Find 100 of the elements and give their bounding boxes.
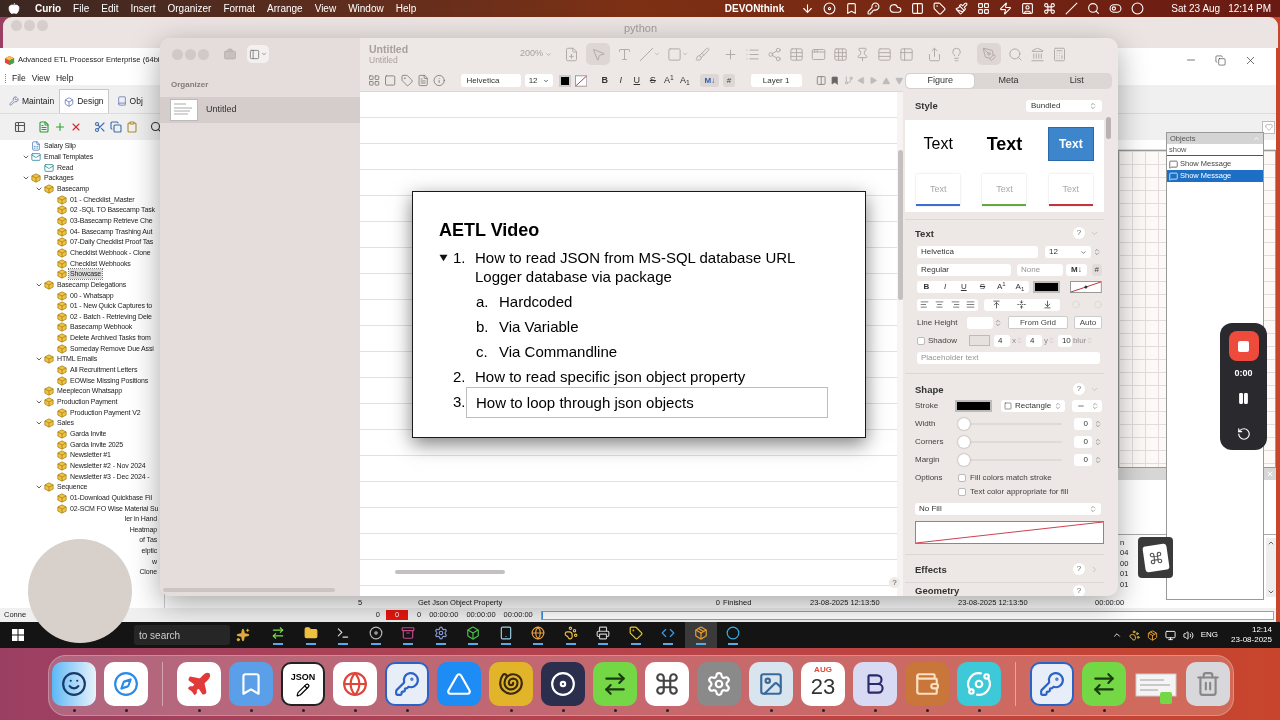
shell-app-icon[interactable] bbox=[489, 662, 533, 706]
help-button[interactable]: ? bbox=[1073, 227, 1085, 239]
disc-icon[interactable] bbox=[823, 2, 837, 15]
menu-item[interactable]: Insert bbox=[130, 1, 156, 16]
hash-button[interactable]: # bbox=[723, 74, 735, 87]
help-button[interactable]: ? bbox=[1073, 383, 1085, 395]
photo-app-icon[interactable] bbox=[749, 662, 793, 706]
bookmark-icon[interactable] bbox=[845, 2, 859, 15]
tab[interactable]: Figure bbox=[906, 74, 975, 88]
help-button[interactable]: ? bbox=[1073, 563, 1085, 575]
menu-item[interactable]: Window bbox=[348, 1, 384, 16]
align-justify-icon[interactable] bbox=[966, 300, 976, 309]
menu-bar-time[interactable]: 12:14 PM bbox=[1228, 1, 1271, 16]
scissors-icon[interactable] bbox=[94, 121, 106, 133]
fill-dropdown[interactable]: No Fill bbox=[915, 503, 1101, 515]
smiley-app-icon[interactable] bbox=[52, 662, 96, 706]
taskbar-app-button[interactable] bbox=[684, 622, 717, 648]
tab[interactable]: Design bbox=[59, 89, 109, 113]
align-right-icon[interactable] bbox=[950, 300, 960, 309]
disc-app-icon[interactable] bbox=[541, 662, 585, 706]
arrow-down-icon[interactable] bbox=[801, 2, 815, 15]
text-color-swatch[interactable] bbox=[559, 74, 572, 87]
slider-thumb[interactable] bbox=[958, 418, 970, 430]
gear-app-icon[interactable] bbox=[697, 662, 741, 706]
style-sample[interactable]: Text bbox=[923, 132, 953, 156]
no-color-swatch-icon[interactable] bbox=[575, 74, 588, 87]
menu-item[interactable]: View bbox=[31, 72, 50, 85]
slash-icon[interactable] bbox=[1065, 2, 1079, 15]
pause-icon[interactable] bbox=[1237, 391, 1250, 405]
monitor-icon[interactable] bbox=[1164, 629, 1176, 641]
vertical-scrollbar[interactable] bbox=[897, 150, 903, 300]
from-grid-button[interactable]: From Grid bbox=[1008, 316, 1068, 329]
info-icon[interactable] bbox=[433, 74, 446, 87]
key-app-icon[interactable] bbox=[385, 662, 429, 706]
status-app-name[interactable]: DEVONthink bbox=[724, 1, 785, 16]
bolt-icon[interactable] bbox=[999, 2, 1013, 15]
b-app-icon[interactable] bbox=[853, 662, 897, 706]
restore-icon[interactable] bbox=[1215, 54, 1226, 66]
underline-button[interactable]: U bbox=[954, 281, 974, 293]
style-dropdown[interactable]: Bundled bbox=[1026, 100, 1102, 112]
stop-button[interactable] bbox=[1228, 331, 1259, 361]
document-icon[interactable] bbox=[38, 121, 50, 133]
scroll-down-icon[interactable] bbox=[1267, 588, 1275, 596]
italic-button[interactable]: I bbox=[613, 74, 629, 87]
key-app-icon[interactable] bbox=[1030, 662, 1074, 706]
plane-app-icon[interactable] bbox=[177, 662, 221, 706]
sparkle-icon[interactable] bbox=[236, 628, 250, 642]
markdown-button[interactable]: M↓ bbox=[1066, 263, 1087, 276]
auto-button[interactable]: Auto bbox=[1073, 316, 1102, 329]
slider-track[interactable] bbox=[958, 418, 1062, 430]
brush-icon[interactable] bbox=[955, 2, 969, 15]
superscript-button[interactable]: A$^{1}$ bbox=[661, 74, 677, 87]
command-icon[interactable] bbox=[1043, 2, 1057, 15]
nodes-icon[interactable] bbox=[767, 46, 782, 62]
menu-item[interactable]: File bbox=[73, 1, 90, 16]
menu-item[interactable]: Help bbox=[56, 72, 74, 85]
arrows-app-icon[interactable] bbox=[593, 662, 637, 706]
apple-icon[interactable] bbox=[8, 2, 20, 15]
vertical-scrollbar[interactable] bbox=[1106, 117, 1111, 139]
option-checkbox[interactable] bbox=[958, 487, 966, 496]
document-icon[interactable] bbox=[416, 74, 430, 87]
bold-button[interactable]: B bbox=[917, 281, 936, 293]
number-field[interactable]: 0 bbox=[1074, 436, 1092, 448]
menu-item[interactable]: Help bbox=[395, 1, 417, 16]
table-icon[interactable] bbox=[14, 121, 26, 133]
tab[interactable]: Maintain bbox=[6, 89, 55, 113]
align-middle-icon[interactable] bbox=[1017, 300, 1027, 309]
font-style-field[interactable]: Regular bbox=[917, 263, 1011, 276]
italic-button[interactable]: I bbox=[935, 281, 955, 293]
align-bottom-icon[interactable] bbox=[1042, 300, 1052, 309]
bookmark-icon[interactable] bbox=[830, 75, 840, 86]
align-top-icon[interactable] bbox=[992, 300, 1002, 309]
package-icon[interactable] bbox=[1146, 629, 1158, 641]
cross-icon[interactable] bbox=[70, 121, 82, 133]
disclosure-triangle-icon[interactable] bbox=[439, 253, 448, 262]
json-app-icon[interactable]: JSON bbox=[281, 662, 325, 706]
four-squares-icon[interactable] bbox=[12, 629, 24, 641]
command-key-app-icon[interactable] bbox=[1138, 537, 1173, 578]
layer-field[interactable]: Layer 1 bbox=[750, 74, 802, 87]
menu-item[interactable]: View bbox=[314, 1, 337, 16]
search-icon[interactable] bbox=[150, 121, 162, 133]
horizontal-scrollbar[interactable] bbox=[395, 570, 505, 574]
cloud-icon[interactable] bbox=[889, 2, 903, 15]
no-color-swatch-icon[interactable] bbox=[1070, 281, 1102, 293]
copy-icon[interactable] bbox=[110, 121, 122, 133]
chevron-up-icon[interactable] bbox=[1111, 630, 1122, 640]
strikethrough-button[interactable]: S bbox=[645, 74, 661, 87]
tab[interactable]: List bbox=[1042, 74, 1111, 88]
user-card-icon[interactable] bbox=[1021, 2, 1035, 15]
markdown-button[interactable]: M↓ bbox=[700, 74, 720, 87]
text-color-swatch[interactable] bbox=[1033, 281, 1061, 293]
language-indicator[interactable]: ENG bbox=[1200, 629, 1219, 641]
menu-bar-date[interactable]: Sat 23 Aug bbox=[1171, 1, 1221, 16]
vertical-scrollbar[interactable] bbox=[1266, 538, 1276, 597]
wallet-app-icon[interactable] bbox=[905, 662, 949, 706]
superscript-button[interactable]: A$^{1}$ bbox=[991, 281, 1011, 293]
search-field[interactable]: to search bbox=[134, 625, 230, 645]
toggle-icon[interactable] bbox=[1109, 2, 1123, 15]
help-button[interactable]: ? bbox=[889, 577, 900, 588]
bold-button[interactable]: B bbox=[597, 74, 613, 87]
